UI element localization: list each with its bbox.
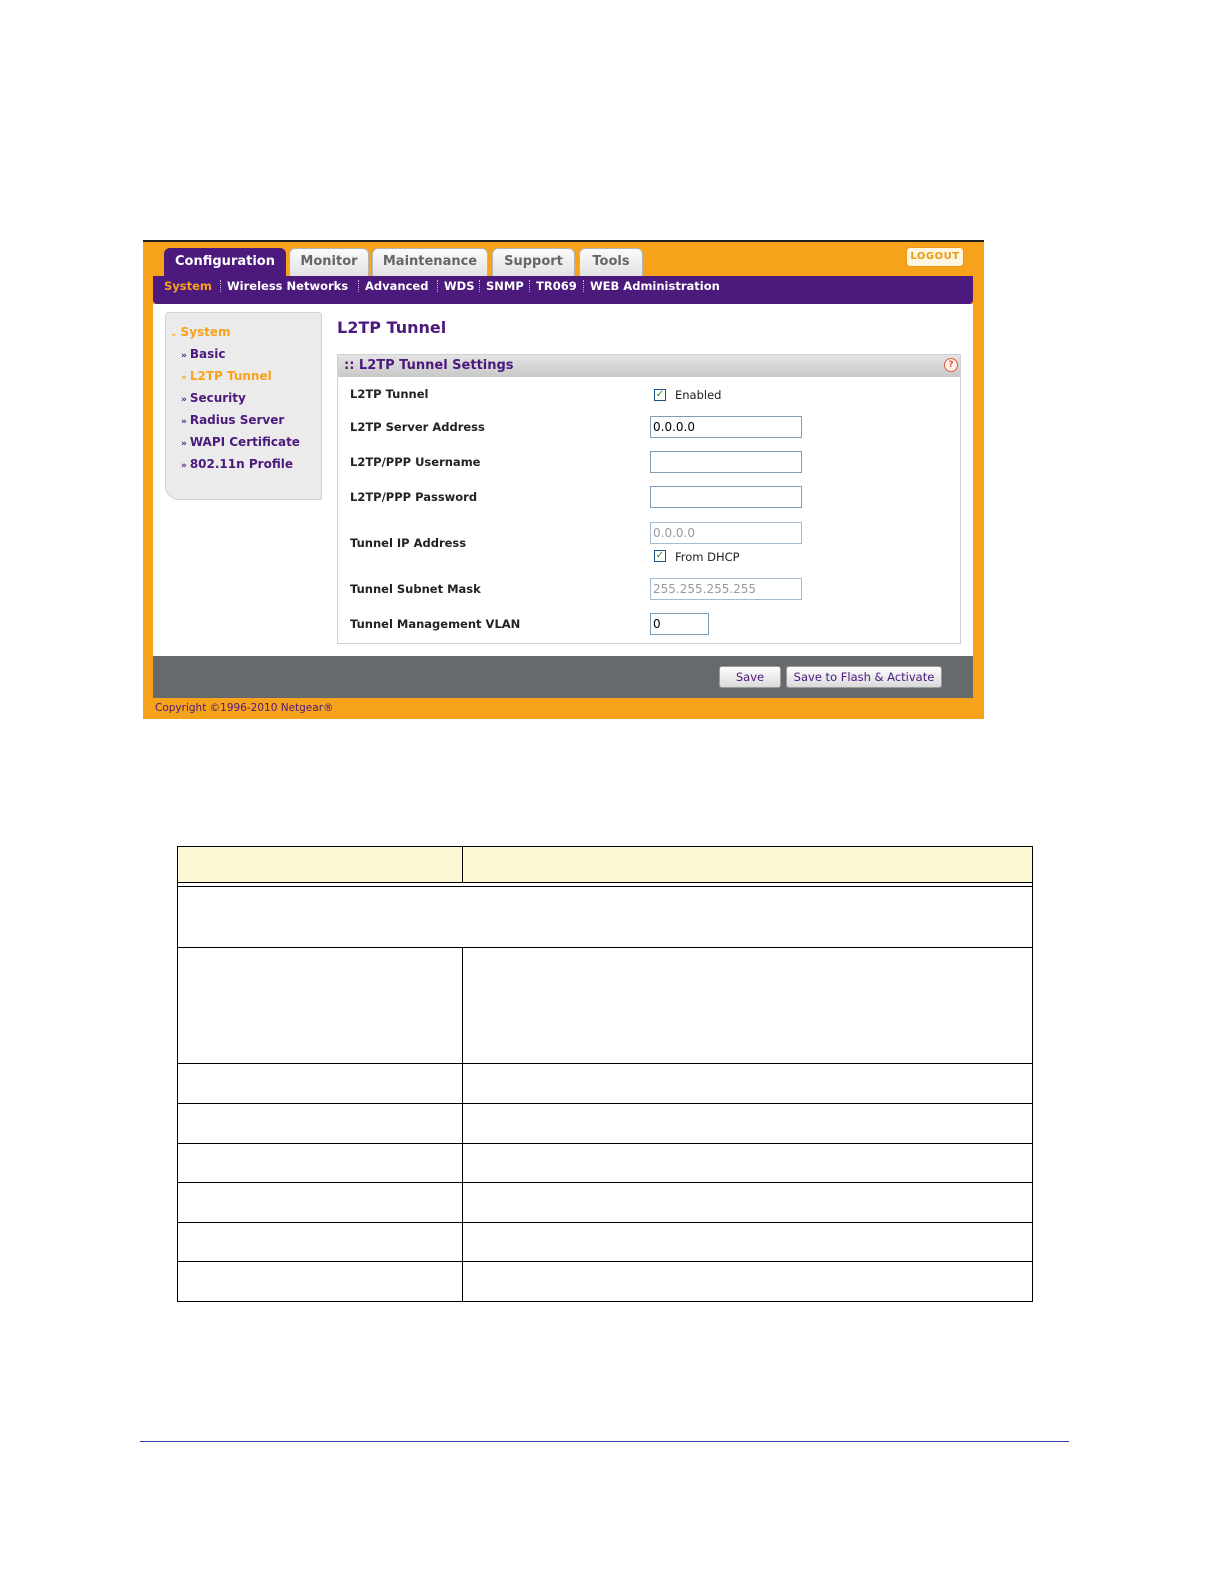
double-chevron-icon: » bbox=[181, 461, 187, 471]
tunnel-ip-input[interactable] bbox=[650, 522, 802, 544]
from-dhcp-label: From DHCP bbox=[675, 550, 740, 564]
subnav-snmp[interactable]: SNMP bbox=[486, 276, 524, 298]
tab-tools[interactable]: Tools bbox=[579, 248, 643, 276]
l2tp-enabled-checkbox[interactable]: ✓ bbox=[654, 389, 666, 401]
table-row bbox=[177, 1182, 1033, 1183]
panel-title: :: L2TP Tunnel Settings bbox=[344, 358, 514, 373]
table-row bbox=[177, 1143, 1033, 1144]
page-title: L2TP Tunnel bbox=[337, 318, 447, 337]
subnet-mask-label: Tunnel Subnet Mask bbox=[350, 582, 481, 596]
sidebar-group-system[interactable]: ⌄ System bbox=[170, 325, 231, 339]
table-rule bbox=[177, 886, 1033, 887]
subnav-web-administration[interactable]: WEB Administration bbox=[590, 276, 720, 298]
password-input[interactable] bbox=[650, 486, 802, 508]
top-tab-bar: Configuration Monitor Maintenance Suppor… bbox=[143, 242, 984, 276]
table-header-row bbox=[178, 847, 1032, 882]
table-border bbox=[177, 1301, 1033, 1302]
sidebar-item-wapi-certificate[interactable]: » WAPI Certificate bbox=[181, 435, 300, 449]
subnav-system[interactable]: System bbox=[164, 276, 212, 298]
table-column-divider bbox=[462, 947, 463, 1302]
left-menu: ⌄ System » Basic » L2TP Tunnel » Security » R… bbox=[165, 312, 322, 500]
chevron-down-icon: ⌄ bbox=[170, 329, 178, 339]
table-row bbox=[177, 1063, 1033, 1064]
subnav-advanced[interactable]: Advanced bbox=[365, 276, 428, 298]
double-chevron-icon: » bbox=[181, 439, 187, 449]
copyright-text: Copyright ©1996-2010 Netgear® bbox=[155, 702, 334, 714]
tab-maintenance[interactable]: Maintenance bbox=[372, 248, 488, 276]
tab-monitor[interactable]: Monitor bbox=[289, 248, 369, 276]
help-icon[interactable]: ? bbox=[944, 358, 958, 372]
subnav-divider bbox=[479, 280, 481, 292]
table-border bbox=[177, 846, 178, 1302]
table-row bbox=[177, 1261, 1033, 1262]
tab-support[interactable]: Support bbox=[492, 248, 575, 276]
from-dhcp-checkbox[interactable]: ✓ bbox=[654, 550, 666, 562]
sidebar-item-80211n-profile[interactable]: » 802.11n Profile bbox=[181, 457, 293, 471]
subnav-divider bbox=[583, 280, 585, 292]
footer-rule bbox=[140, 1441, 1069, 1442]
subnav-wireless-networks[interactable]: Wireless Networks bbox=[227, 276, 348, 298]
mgmt-vlan-input[interactable] bbox=[650, 613, 709, 635]
password-label: L2TP/PPP Password bbox=[350, 490, 478, 504]
sidebar-item-l2tp-tunnel[interactable]: » L2TP Tunnel bbox=[181, 369, 272, 383]
table-column-divider bbox=[462, 846, 463, 883]
sidebar-item-security[interactable]: » Security bbox=[181, 391, 246, 405]
table-border bbox=[177, 846, 1033, 847]
settings-panel: :: L2TP Tunnel Settings ? L2TP Tunnel ✓ … bbox=[337, 354, 961, 644]
subnav-wds[interactable]: WDS bbox=[444, 276, 475, 298]
table-rule bbox=[177, 882, 1033, 883]
logout-button[interactable]: LOGOUT bbox=[906, 247, 964, 267]
action-bar: Save Save to Flash & Activate bbox=[153, 656, 973, 698]
sidebar-item-basic[interactable]: » Basic bbox=[181, 347, 225, 361]
double-chevron-icon: » bbox=[181, 373, 187, 383]
tab-configuration[interactable]: Configuration bbox=[164, 248, 286, 276]
save-to-flash-button[interactable]: Save to Flash & Activate bbox=[786, 666, 942, 688]
subnet-mask-input[interactable] bbox=[650, 578, 802, 600]
settings-description-table bbox=[177, 846, 1033, 1302]
double-chevron-icon: » bbox=[181, 395, 187, 405]
sidebar-item-radius-server[interactable]: » Radius Server bbox=[181, 413, 284, 427]
subnav-tr069[interactable]: TR069 bbox=[536, 276, 577, 298]
table-row bbox=[177, 1222, 1033, 1223]
content-area: ⌄ System » Basic » L2TP Tunnel » Security » R… bbox=[153, 304, 973, 656]
double-chevron-icon: » bbox=[181, 351, 187, 361]
subnav-divider bbox=[529, 280, 531, 292]
subnav-divider bbox=[437, 280, 439, 292]
server-address-input[interactable] bbox=[650, 416, 802, 438]
l2tp-enabled-label: Enabled bbox=[675, 388, 722, 402]
l2tp-tunnel-label: L2TP Tunnel bbox=[350, 387, 429, 401]
table-row bbox=[177, 947, 1033, 948]
table-row bbox=[177, 1103, 1033, 1104]
tunnel-ip-label: Tunnel IP Address bbox=[350, 536, 467, 550]
table-border bbox=[1032, 846, 1033, 1302]
panel-header: :: L2TP Tunnel Settings ? bbox=[338, 355, 960, 377]
mgmt-vlan-label: Tunnel Management VLAN bbox=[350, 617, 521, 631]
username-input[interactable] bbox=[650, 451, 802, 473]
subnav-divider bbox=[358, 280, 360, 292]
double-chevron-icon: » bbox=[181, 417, 187, 427]
subnav-divider bbox=[220, 280, 222, 292]
sub-navigation: System Wireless Networks Advanced WDS SN… bbox=[153, 276, 973, 304]
save-button[interactable]: Save bbox=[719, 666, 781, 688]
username-label: L2TP/PPP Username bbox=[350, 455, 481, 469]
admin-ui-screenshot: Configuration Monitor Maintenance Suppor… bbox=[143, 240, 984, 719]
server-address-label: L2TP Server Address bbox=[350, 420, 485, 434]
